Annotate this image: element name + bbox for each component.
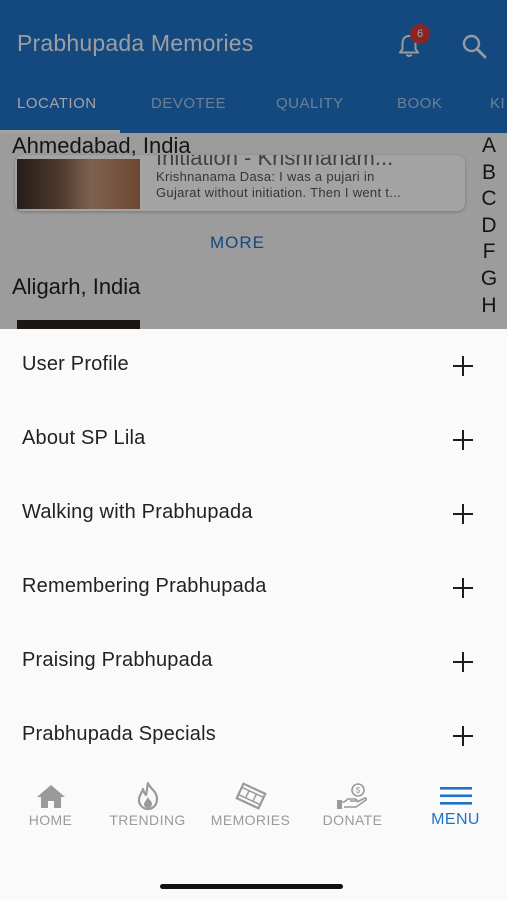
modal-scrim[interactable] [0,0,507,329]
menu-item-about-sp-lila[interactable]: About SP Lila [0,403,507,477]
home-icon [36,785,65,808]
plus-icon[interactable] [453,652,473,672]
menu-item-walking-with-prabhupada[interactable]: Walking with Prabhupada [0,477,507,551]
bottom-navigation: HOME TRENDING MEMORIES $ DONATE MENU [0,772,507,842]
nav-menu[interactable]: MENU [405,772,506,842]
plus-icon[interactable] [453,430,473,450]
donate-hand-icon: $ [336,783,367,809]
menu-item-praising-prabhupada[interactable]: Praising Prabhupada [0,625,507,699]
menu-item-label: User Profile [22,353,129,375]
plus-icon[interactable] [453,726,473,746]
menu-item-user-profile[interactable]: User Profile [0,329,507,403]
nav-label: MEMORIES [210,812,291,828]
nav-label: TRENDING [109,812,186,828]
svg-text:$: $ [355,786,360,795]
menu-item-label: About SP Lila [22,427,146,449]
nav-home[interactable]: HOME [0,772,101,842]
menu-item-label: Walking with Prabhupada [22,501,253,523]
menu-item-label: Prabhupada Specials [22,723,216,745]
nav-label: MENU [431,811,480,828]
film-icon [234,782,267,810]
hamburger-icon [439,787,472,805]
nav-label: DONATE [322,812,383,828]
nav-memories[interactable]: MEMORIES [200,772,301,842]
plus-icon[interactable] [453,504,473,524]
plus-icon[interactable] [453,578,473,598]
menu-item-prabhupada-specials[interactable]: Prabhupada Specials [0,699,507,773]
fire-icon [137,782,158,810]
nav-label: HOME [28,812,73,828]
nav-donate[interactable]: $ DONATE [302,772,403,842]
nav-trending[interactable]: TRENDING [97,772,198,842]
home-indicator[interactable] [160,884,343,889]
menu-item-label: Praising Prabhupada [22,649,213,671]
menu-item-remembering-prabhupada[interactable]: Remembering Prabhupada [0,551,507,625]
menu-item-label: Remembering Prabhupada [22,575,267,597]
plus-icon[interactable] [453,356,473,376]
